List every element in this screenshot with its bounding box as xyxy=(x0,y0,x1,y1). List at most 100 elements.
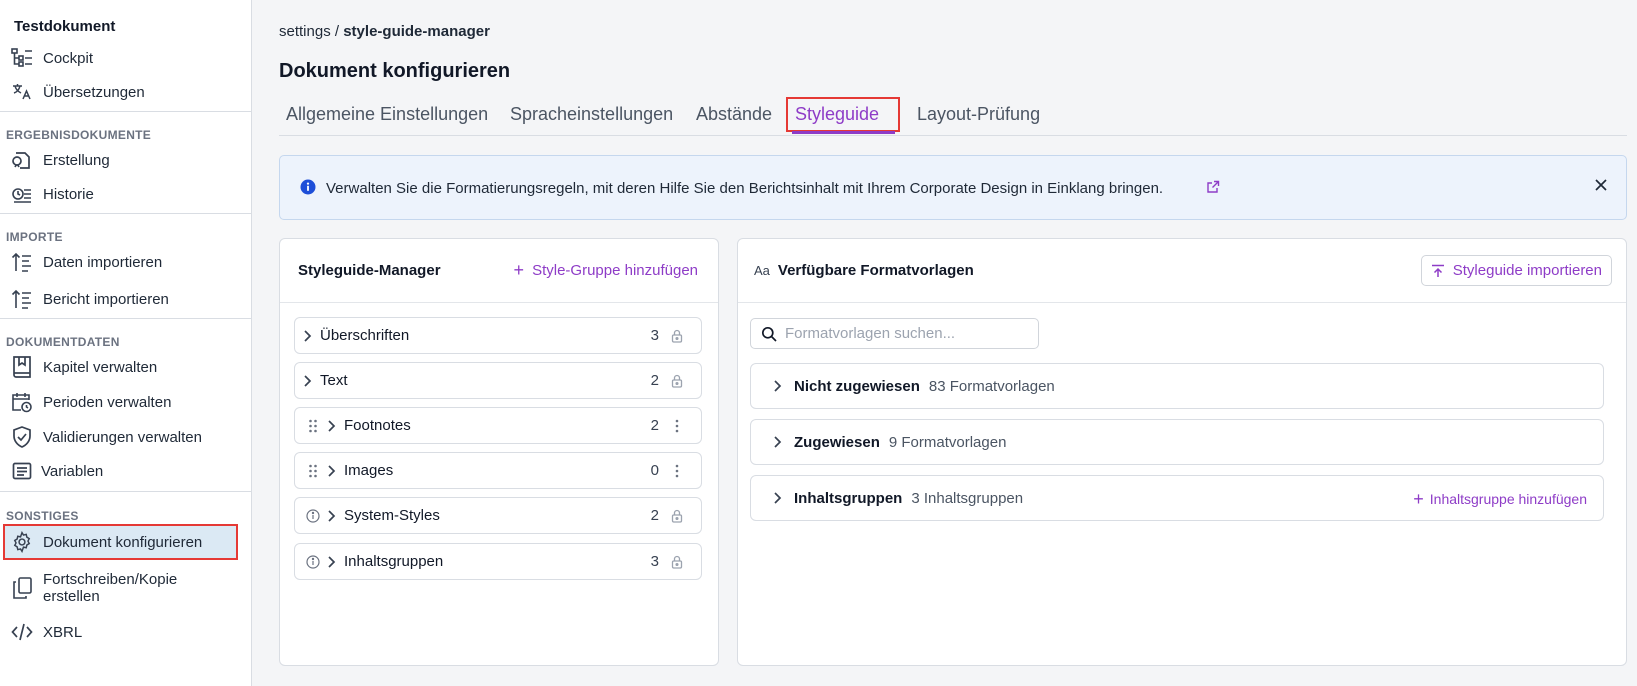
sidebar-item-label: Dokument konfigurieren xyxy=(43,533,203,551)
chevron-right-icon xyxy=(774,380,782,392)
more-vertical-icon[interactable] xyxy=(669,464,685,478)
sidebar-item-variablen[interactable]: Variablen xyxy=(10,455,239,487)
section-nicht-zugewiesen[interactable]: Nicht zugewiesen 83 Formatvorlagen xyxy=(750,363,1604,409)
drag-handle-icon[interactable] xyxy=(305,419,321,433)
cockpit-icon xyxy=(10,46,34,70)
copy-icon xyxy=(10,576,34,600)
card-header: Aa Verfügbare Formatvorlagen Styleguide … xyxy=(738,239,1626,303)
more-vertical-icon[interactable] xyxy=(669,419,685,433)
sidebar-item-erstellung[interactable]: Erstellung xyxy=(10,144,239,176)
style-group-name: Text xyxy=(320,372,348,389)
sidebar-item-label: Variablen xyxy=(41,462,104,480)
section-zugewiesen[interactable]: Zugewiesen 9 Formatvorlagen xyxy=(750,419,1604,465)
sidebar-item-daten-importieren[interactable]: Daten importieren xyxy=(10,246,239,278)
main-content: settings / style-guide-manager Dokument … xyxy=(252,0,1637,686)
tab-bar: Allgemeine Einstellungen Spracheinstellu… xyxy=(279,97,1627,136)
info-banner-text: Verwalten Sie die Formatierungsregeln, m… xyxy=(326,180,1164,197)
sidebar-divider xyxy=(0,213,251,214)
style-group-row[interactable]: Text 2 xyxy=(294,362,702,399)
import-styleguide-button[interactable]: Styleguide importieren xyxy=(1420,255,1612,286)
search-input[interactable] xyxy=(785,325,1025,342)
templates-title-wrap: Aa Verfügbare Formatvorlagen xyxy=(754,262,974,279)
info-icon xyxy=(300,179,316,195)
tab-active-indicator xyxy=(792,131,895,134)
info-banner: Verwalten Sie die Formatierungsregeln, m… xyxy=(279,155,1627,220)
info-circle-icon xyxy=(305,508,321,523)
style-group-count: 2 xyxy=(650,372,659,389)
style-group-row[interactable]: System-Styles 2 xyxy=(294,497,702,534)
style-group-count: 0 xyxy=(650,462,659,479)
add-content-group-label: Inhaltsgruppe hinzufügen xyxy=(1429,491,1587,507)
style-group-row[interactable]: Footnotes 2 xyxy=(294,407,702,444)
sidebar-item-fortschreiben-kopie[interactable]: Fortschreiben/Kopie erstellen xyxy=(10,568,239,608)
sidebar-item-label: Erstellung xyxy=(43,151,110,169)
style-group-name: Inhaltsgruppen xyxy=(344,553,444,570)
tab-abstaende[interactable]: Abstände xyxy=(696,104,772,125)
sidebar-divider xyxy=(0,318,251,319)
chevron-right-icon[interactable] xyxy=(327,509,336,523)
styleguide-manager-title: Styleguide-Manager xyxy=(298,262,441,279)
sidebar-item-kapitel-verwalten[interactable]: Kapitel verwalten xyxy=(10,351,239,383)
style-group-count: 2 xyxy=(650,417,659,434)
sidebar-item-xbrl[interactable]: XBRL xyxy=(10,616,239,648)
sidebar-item-validierungen-verwalten[interactable]: Validierungen verwalten xyxy=(10,421,239,453)
section-count: 9 Formatvorlagen xyxy=(888,433,1007,451)
add-content-group-button[interactable]: + Inhaltsgruppe hinzufügen xyxy=(1413,490,1587,508)
chevron-right-icon[interactable] xyxy=(327,419,336,433)
lock-icon xyxy=(669,555,685,569)
templates-card: Aa Verfügbare Formatvorlagen Styleguide … xyxy=(737,238,1627,666)
tab-allgemeine-einstellungen[interactable]: Allgemeine Einstellungen xyxy=(286,104,488,125)
breadcrumb-parent[interactable]: settings xyxy=(279,23,331,40)
sidebar-item-bericht-importieren[interactable]: Bericht importieren xyxy=(10,283,239,315)
style-group-row[interactable]: Images 0 xyxy=(294,452,702,489)
chevron-right-icon[interactable] xyxy=(303,329,312,343)
import-styleguide-label: Styleguide importieren xyxy=(1452,262,1602,279)
lock-icon xyxy=(669,374,685,388)
translate-icon xyxy=(10,80,34,104)
sidebar-item-uebersetzungen[interactable]: Übersetzungen xyxy=(10,76,239,108)
breadcrumb-separator: / xyxy=(334,23,340,40)
add-style-group-button[interactable]: + Style-Gruppe hinzufügen xyxy=(514,261,698,279)
style-group-row[interactable]: Überschriften 3 xyxy=(294,317,702,354)
template-search[interactable] xyxy=(750,318,1039,349)
style-group-name: Images xyxy=(344,462,394,479)
sidebar-item-dokument-konfigurieren[interactable]: Dokument konfigurieren xyxy=(3,524,238,560)
import-data-icon xyxy=(10,250,34,274)
sidebar-item-label: Cockpit xyxy=(43,49,94,67)
chevron-right-icon[interactable] xyxy=(303,374,312,388)
gear-icon xyxy=(10,530,34,554)
tab-layout-pruefung[interactable]: Layout-Prüfung xyxy=(917,104,1040,125)
section-inhaltsgruppen[interactable]: Inhaltsgruppen 3 Inhaltsgruppen + Inhalt… xyxy=(750,475,1604,521)
drag-handle-icon[interactable] xyxy=(305,464,321,478)
sidebar-item-cockpit[interactable]: Cockpit xyxy=(10,42,239,74)
sidebar-item-label: Bericht importieren xyxy=(43,290,169,308)
breadcrumb: settings / style-guide-manager xyxy=(279,23,490,40)
section-name: Nicht zugewiesen xyxy=(794,377,920,395)
sidebar-item-label: XBRL xyxy=(43,623,83,641)
chevron-right-icon[interactable] xyxy=(327,555,336,569)
tab-styleguide[interactable]: Styleguide xyxy=(795,104,879,125)
style-group-name: Überschriften xyxy=(320,327,410,344)
templates-title: Verfügbare Formatvorlagen xyxy=(777,262,974,279)
chevron-right-icon[interactable] xyxy=(327,464,336,478)
sidebar-divider xyxy=(0,491,251,492)
external-link-icon[interactable] xyxy=(1206,180,1220,194)
sidebar-item-perioden-verwalten[interactable]: Perioden verwalten xyxy=(10,386,239,418)
variables-icon xyxy=(10,459,34,483)
shield-check-icon xyxy=(10,425,34,449)
chevron-right-icon xyxy=(774,436,782,448)
style-group-name: Footnotes xyxy=(344,417,411,434)
chevron-right-icon xyxy=(774,492,782,504)
style-group-count: 3 xyxy=(650,553,659,570)
import-report-icon xyxy=(10,287,34,311)
sidebar-item-historie[interactable]: Historie xyxy=(10,178,239,210)
section-label-dokumentdaten: DOKUMENTDATEN xyxy=(6,335,120,349)
tab-spracheinstellungen[interactable]: Spracheinstellungen xyxy=(510,104,673,125)
lock-icon xyxy=(669,329,685,343)
style-group-name: System-Styles xyxy=(344,507,440,524)
close-icon[interactable] xyxy=(1594,178,1608,192)
sidebar-item-label: Kapitel verwalten xyxy=(43,358,158,376)
sidebar-item-label: Übersetzungen xyxy=(43,83,145,101)
style-group-row[interactable]: Inhaltsgruppen 3 xyxy=(294,543,702,580)
style-group-count: 2 xyxy=(650,507,659,524)
